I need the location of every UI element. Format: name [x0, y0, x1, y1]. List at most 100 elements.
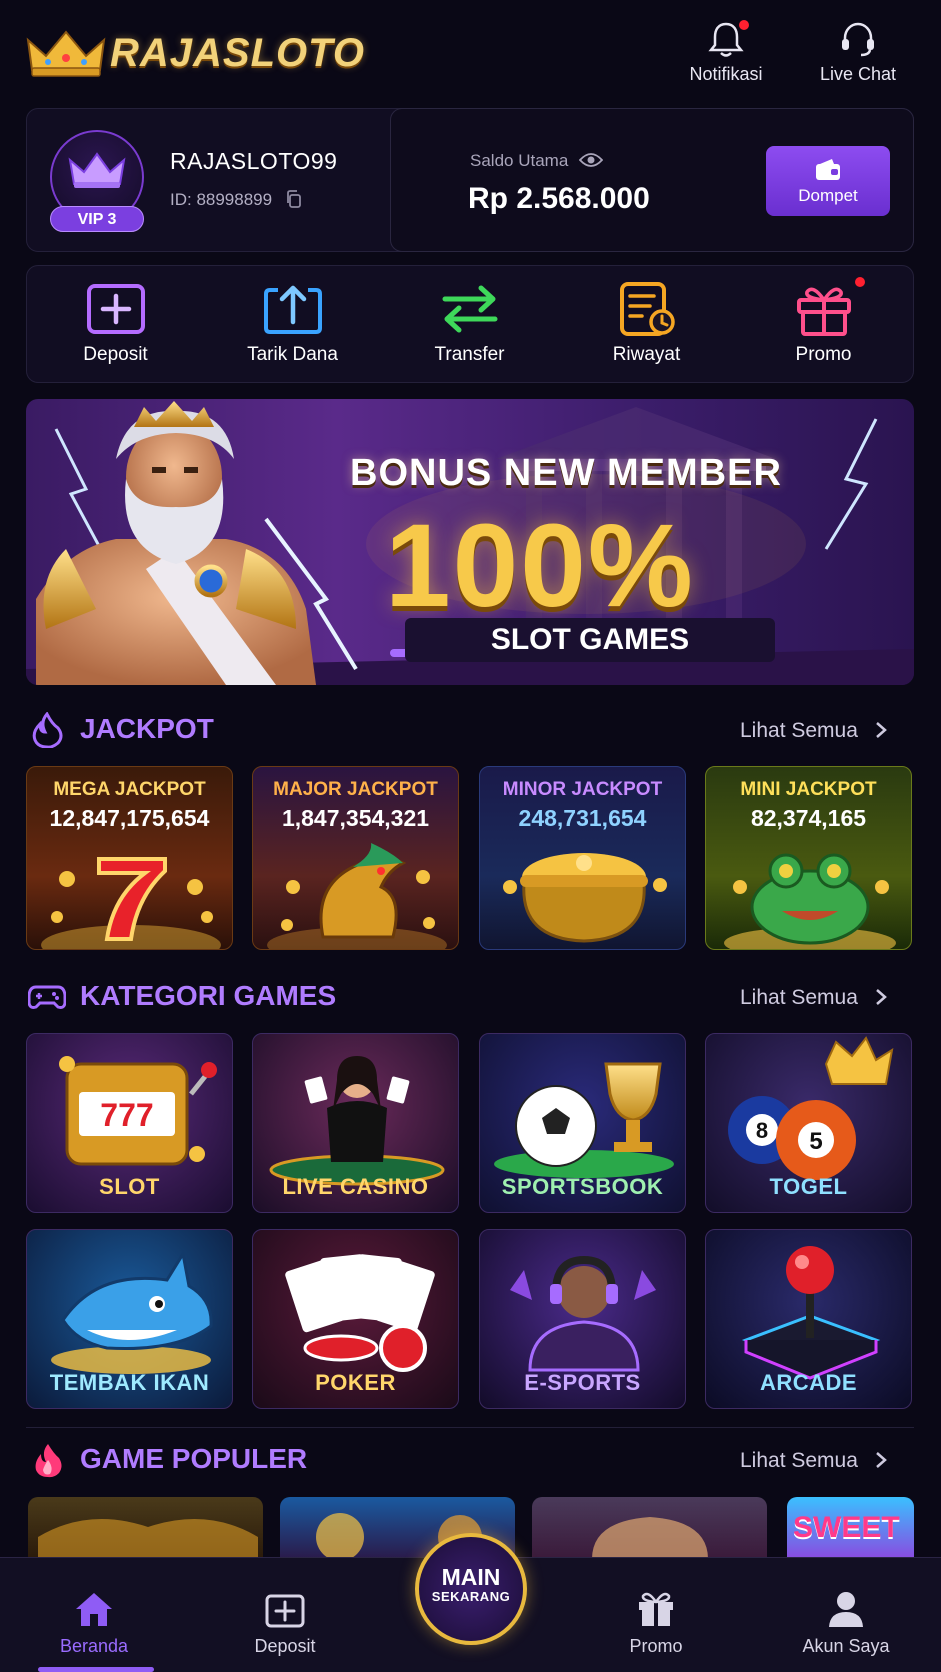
- action-transfer[interactable]: Transfer: [381, 265, 558, 383]
- notifications-button[interactable]: Notifikasi: [671, 20, 781, 90]
- play-now-button[interactable]: MAIN SEKARANG: [415, 1533, 527, 1645]
- copy-icon[interactable]: [285, 190, 303, 208]
- categories-title: KATEGORI GAMES: [80, 980, 337, 1011]
- action-label: Transfer: [434, 344, 505, 365]
- nav-label: Deposit: [254, 1636, 316, 1656]
- logo-text: RAJASLOTO: [110, 30, 365, 75]
- wallet-label: Dompet: [798, 186, 858, 205]
- fire-icon: [35, 1444, 62, 1478]
- popular-game-card[interactable]: SWEET: [787, 1497, 914, 1559]
- category-label: E-SPORTS: [524, 1370, 641, 1395]
- play-now-line1: MAIN: [441, 1564, 501, 1590]
- jackpot-card-mega[interactable]: MEGA JACKPOT 12,847,175,654: [26, 766, 233, 950]
- gold-pot-icon: [503, 853, 667, 943]
- action-history[interactable]: Riwayat: [558, 265, 735, 383]
- category-label: POKER: [315, 1370, 396, 1395]
- live-chat-label: Live Chat: [819, 64, 897, 84]
- categories-see-all[interactable]: Lihat Semua: [740, 986, 888, 1010]
- popular-see-all[interactable]: Lihat Semua: [740, 1449, 888, 1473]
- category-label: ARCADE: [759, 1370, 858, 1395]
- history-icon: [619, 282, 675, 336]
- action-label: Deposit: [83, 344, 148, 365]
- action-promo[interactable]: Promo: [735, 265, 912, 383]
- active-tab-indicator: [38, 1667, 154, 1672]
- popular-game-card[interactable]: [532, 1497, 767, 1559]
- svg-text:8: 8: [756, 1118, 768, 1143]
- wallet-icon: [816, 159, 840, 180]
- play-now-line2: SEKARANG: [431, 1589, 511, 1604]
- svg-text:777: 777: [100, 1097, 153, 1133]
- deposit-icon: [86, 284, 145, 334]
- nav-account[interactable]: Akun Saya: [766, 1590, 926, 1657]
- category-live-casino[interactable]: LIVE CASINO: [252, 1033, 459, 1213]
- user-id: ID: 88998899: [170, 190, 303, 210]
- promo-dot: [855, 277, 865, 287]
- action-deposit[interactable]: Deposit: [27, 265, 204, 383]
- jackpot-card-mini[interactable]: MINI JACKPOT 82,374,165: [705, 766, 912, 950]
- nav-home[interactable]: Beranda: [14, 1590, 174, 1657]
- action-label: Tarik Dana: [247, 344, 338, 365]
- category-tembak-ikan[interactable]: TEMBAK IKAN: [26, 1229, 233, 1409]
- deposit-icon: [265, 1594, 305, 1628]
- slot-seven-icon: [41, 857, 221, 949]
- jackpot-see-all[interactable]: Lihat Semua: [740, 719, 888, 743]
- gift-icon: [796, 287, 851, 336]
- svg-text:5: 5: [809, 1128, 822, 1155]
- category-slot[interactable]: 777 SLOT: [26, 1033, 233, 1213]
- category-sportsbook[interactable]: SPORTSBOOK: [479, 1033, 686, 1213]
- category-e-sports[interactable]: E-SPORTS: [479, 1229, 686, 1409]
- vip-badge: VIP 3: [50, 206, 144, 232]
- live-chat-button[interactable]: Live Chat: [803, 20, 913, 90]
- balance-value: Rp 2.568.000: [468, 182, 650, 215]
- see-all-label: Lihat Semua: [740, 986, 858, 1009]
- category-label: SLOT: [99, 1174, 160, 1199]
- nav-label: Beranda: [59, 1636, 129, 1656]
- home-icon: [76, 1593, 112, 1626]
- category-label: SPORTSBOOK: [501, 1174, 664, 1199]
- jackpot-card-minor[interactable]: MINOR JACKPOT 248,731,654: [479, 766, 686, 950]
- banner-percentage: 100%: [385, 500, 695, 632]
- section-divider: [26, 1427, 914, 1428]
- category-poker[interactable]: POKER: [252, 1229, 459, 1409]
- popular-title: GAME POPULER: [80, 1443, 308, 1474]
- crown-icon: [26, 30, 106, 77]
- gift-icon: [639, 1592, 673, 1626]
- nav-label: Promo: [629, 1636, 683, 1656]
- category-label: TOGEL: [769, 1174, 848, 1199]
- banner-title: BONUS NEW MEMBER: [350, 452, 782, 494]
- crown-icon: [68, 152, 126, 188]
- eye-icon[interactable]: [578, 152, 604, 168]
- see-all-label: Lihat Semua: [740, 719, 858, 742]
- action-withdraw[interactable]: Tarik Dana: [204, 265, 381, 383]
- chevron-right-icon: [875, 722, 887, 738]
- nav-promo[interactable]: Promo: [576, 1590, 736, 1657]
- withdraw-icon: [263, 285, 322, 334]
- wallet-button[interactable]: Dompet: [766, 146, 890, 216]
- nav-label: Akun Saya: [802, 1636, 890, 1656]
- chevron-right-icon: [875, 989, 887, 1005]
- game-thumbnail: [38, 1519, 258, 1559]
- transfer-icon: [442, 285, 497, 333]
- frog-icon: [724, 853, 896, 949]
- chevron-right-icon: [875, 1452, 887, 1468]
- game-thumbnail: [592, 1517, 708, 1559]
- dragon-icon: [267, 843, 447, 949]
- popular-game-card[interactable]: [28, 1497, 263, 1559]
- category-label: TEMBAK IKAN: [49, 1370, 210, 1395]
- headset-icon: [842, 22, 874, 57]
- category-label: LIVE CASINO: [282, 1174, 429, 1199]
- jackpot-card-major[interactable]: MAJOR JACKPOT 1,847,354,321: [252, 766, 459, 950]
- nav-deposit[interactable]: Deposit: [205, 1590, 365, 1657]
- action-label: Promo: [795, 344, 852, 365]
- flame-icon: [32, 712, 63, 748]
- user-icon: [829, 1592, 863, 1627]
- category-arcade[interactable]: ARCADE: [705, 1229, 912, 1409]
- action-label: Riwayat: [612, 344, 681, 365]
- username: RAJASLOTO99: [170, 148, 338, 174]
- logo[interactable]: RAJASLOTO: [26, 22, 366, 84]
- see-all-label: Lihat Semua: [740, 1449, 858, 1472]
- notifications-label: Notifikasi: [689, 64, 763, 84]
- jackpot-title: JACKPOT: [80, 713, 214, 744]
- category-togel[interactable]: 8 5 TOGEL: [705, 1033, 912, 1213]
- banner-subtitle: SLOT GAMES: [405, 618, 775, 662]
